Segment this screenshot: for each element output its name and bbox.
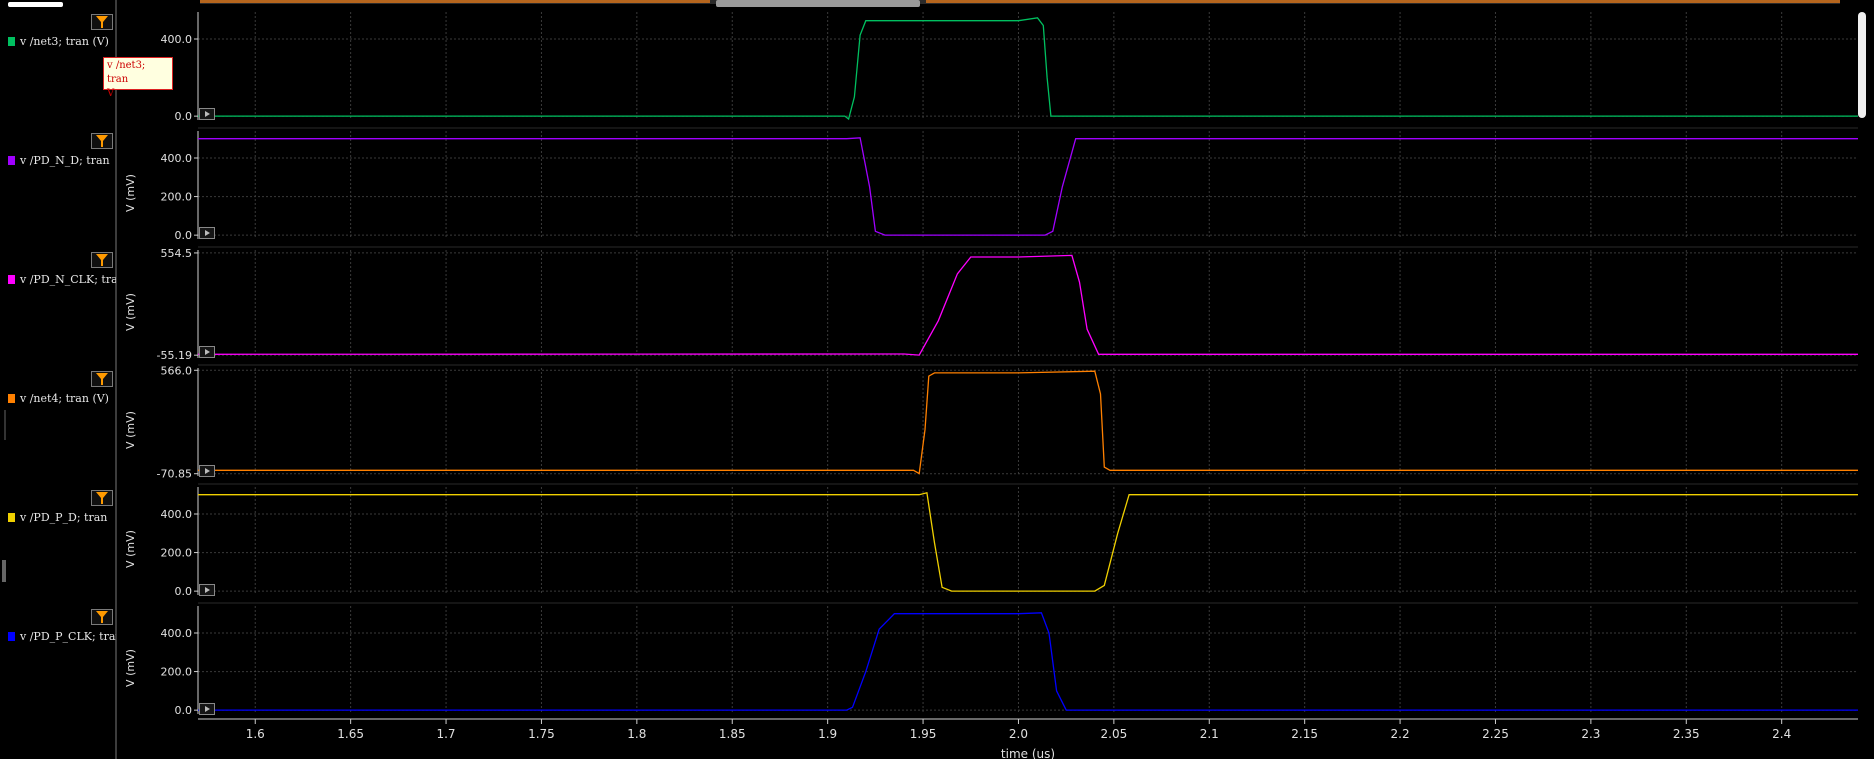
x-tick-label: 2.35 xyxy=(1673,727,1700,741)
legend-swatch xyxy=(8,275,15,284)
play-button[interactable] xyxy=(199,465,215,477)
filter-button[interactable] xyxy=(91,252,113,268)
y-tick-label: 0.0 xyxy=(175,229,193,242)
legend-entry[interactable]: v /PD_P_CLK; tran xyxy=(6,631,116,645)
x-tick-label: 2.15 xyxy=(1291,727,1318,741)
y-tick-label: 400.0 xyxy=(161,152,193,165)
filter-icon xyxy=(96,135,108,147)
filter-button[interactable] xyxy=(91,609,113,625)
filter-icon xyxy=(96,492,108,504)
filter-button[interactable] xyxy=(91,371,113,387)
x-tick-label: 2.2 xyxy=(1391,727,1410,741)
y-tick-label: 554.5 xyxy=(161,247,193,260)
legend-label: v /PD_N_CLK; tran xyxy=(20,274,116,286)
legend-label: v /net4; tran (V) xyxy=(20,393,109,405)
legend-entry[interactable]: v /PD_N_CLK; tran xyxy=(6,274,116,288)
x-tick-label: 2.0 xyxy=(1009,727,1028,741)
x-tick-label: 1.65 xyxy=(337,727,364,741)
play-button[interactable] xyxy=(199,227,215,239)
legend-entry[interactable]: v /PD_N_D; tran xyxy=(6,155,116,169)
filter-button[interactable] xyxy=(91,14,113,30)
legend-swatch xyxy=(8,513,15,522)
x-tick-label: 1.85 xyxy=(719,727,746,741)
legend-label: v /net3; tran (V) xyxy=(20,36,109,48)
waveform-trace xyxy=(198,370,1858,475)
x-tick-label: 2.4 xyxy=(1772,727,1791,741)
filter-icon xyxy=(96,16,108,28)
tooltip-line-1: v /net3; tran xyxy=(107,60,146,85)
waveform-trace xyxy=(198,17,1858,121)
y-tick-label: 400.0 xyxy=(161,508,193,521)
legend-entry[interactable]: v /PD_P_D; tran xyxy=(6,512,116,526)
legend-swatch xyxy=(8,156,15,165)
x-tick-label: 1.8 xyxy=(627,727,646,741)
filter-button[interactable] xyxy=(91,133,113,149)
filter-button[interactable] xyxy=(91,490,113,506)
waveform-trace xyxy=(197,254,1858,356)
tooltip: v /net3; tran V xyxy=(103,57,173,99)
y-tick-label: 200.0 xyxy=(161,191,193,204)
y-tick-label: 0.0 xyxy=(175,585,193,598)
play-button[interactable] xyxy=(199,108,215,120)
y-axis-label: V (mV) xyxy=(124,530,137,568)
y-tick-label: 200.0 xyxy=(161,666,193,679)
waveform-trace xyxy=(198,491,1858,592)
y-tick-label: 400.0 xyxy=(161,33,193,46)
tooltip-line-2: V xyxy=(107,88,115,99)
y-axis-label: V (mV) xyxy=(124,174,137,212)
y-tick-label: 0.0 xyxy=(175,704,193,717)
filter-icon xyxy=(96,611,108,623)
x-tick-label: 1.7 xyxy=(436,727,455,741)
x-axis-label: time (us) xyxy=(1001,747,1055,759)
play-button[interactable] xyxy=(199,346,215,358)
y-tick-label: 0.0 xyxy=(175,110,193,123)
filter-icon xyxy=(96,254,108,266)
legend-label: v /PD_N_D; tran xyxy=(20,155,110,167)
legend-swatch xyxy=(8,632,15,641)
legend-label: v /PD_P_CLK; tran xyxy=(20,631,116,643)
filter-icon xyxy=(96,373,108,385)
waveform-trace xyxy=(198,612,1858,711)
y-axis-label: V (mV) xyxy=(124,649,137,687)
x-tick-label: 2.05 xyxy=(1101,727,1128,741)
legend-swatch xyxy=(8,394,15,403)
legend-label: v /PD_P_D; tran xyxy=(20,512,108,524)
y-axis-label: V (mV) xyxy=(124,293,137,331)
x-tick-label: 1.6 xyxy=(246,727,265,741)
x-tick-label: 1.95 xyxy=(910,727,937,741)
y-tick-label: -70.85 xyxy=(157,468,192,481)
y-tick-label: 200.0 xyxy=(161,547,193,560)
legend-entry[interactable]: v /net4; tran (V) xyxy=(6,393,116,407)
waveform-plot[interactable]: 400.0 0.0 V 400.0 200.0 0.0 V (mV) 554.5 -55.19 V… xyxy=(0,0,1874,759)
play-button[interactable] xyxy=(199,703,215,715)
x-tick-label: 1.75 xyxy=(528,727,555,741)
y-axis-label: V (mV) xyxy=(124,411,137,449)
x-tick-label: 2.3 xyxy=(1581,727,1600,741)
x-tick-label: 1.9 xyxy=(818,727,837,741)
y-tick-label: -55.19 xyxy=(157,349,192,362)
y-tick-label: 400.0 xyxy=(161,627,193,640)
play-button[interactable] xyxy=(199,584,215,596)
y-tick-label: 566.0 xyxy=(161,364,193,377)
legend-entry[interactable]: v /net3; tran (V) xyxy=(6,36,116,50)
legend-swatch xyxy=(8,37,15,46)
waveform-trace xyxy=(198,137,1858,236)
x-tick-label: 2.25 xyxy=(1482,727,1509,741)
x-tick-label: 2.1 xyxy=(1200,727,1219,741)
